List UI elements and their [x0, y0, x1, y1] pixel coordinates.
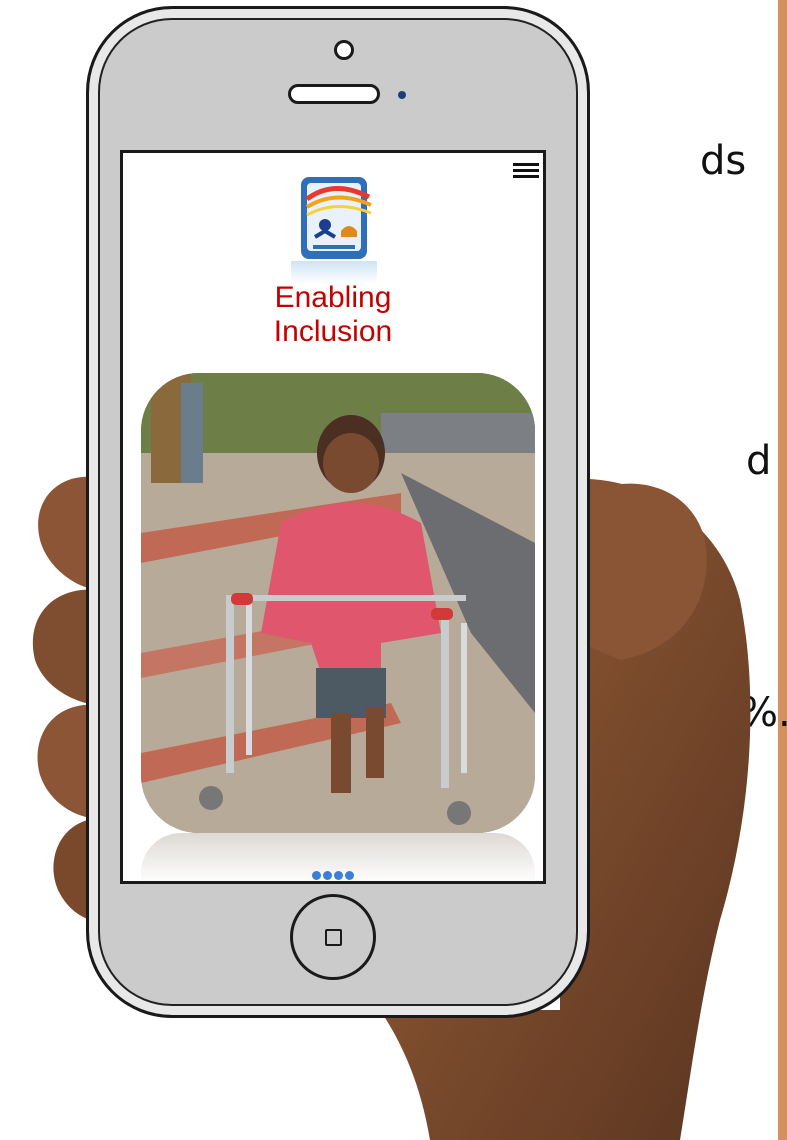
app-title-line-1: Enabling — [274, 281, 392, 314]
app-title: Enabling Inclusion — [123, 281, 543, 349]
app-title-line-2: Inclusion — [273, 315, 393, 348]
phone-screen: Enabling Inclusion — [120, 150, 546, 884]
hero-photo — [141, 373, 535, 833]
app-logo-reflection — [291, 261, 377, 283]
hamburger-menu-icon[interactable] — [513, 163, 539, 179]
proximity-sensor-icon — [398, 91, 406, 99]
app-logo — [301, 177, 372, 259]
carousel-indicator — [123, 865, 543, 881]
home-square-icon — [325, 929, 342, 946]
carousel-dot[interactable] — [312, 871, 321, 880]
carousel-dot[interactable] — [334, 871, 343, 880]
home-button[interactable] — [290, 894, 376, 980]
front-camera-icon — [334, 40, 354, 60]
speaker-grille-icon — [288, 84, 380, 104]
carousel-dot[interactable] — [323, 871, 332, 880]
carousel-dot[interactable] — [345, 871, 354, 880]
